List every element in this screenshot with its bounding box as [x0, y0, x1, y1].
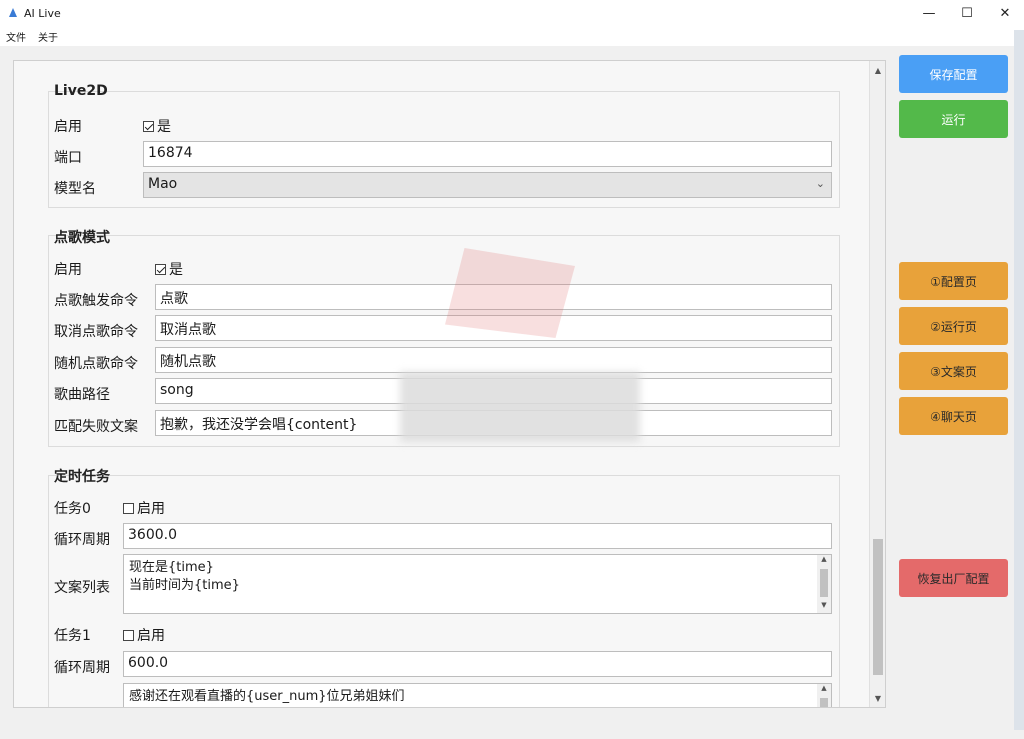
task1-texts-textarea[interactable]: 感谢还在观看直播的{user_num}位兄弟姐妹们 ▲ [123, 683, 832, 707]
song-title: 点歌模式 [54, 230, 110, 246]
save-config-button[interactable]: 保存配置 [899, 55, 1008, 93]
task1-cycle-input[interactable]: 600.0 [123, 651, 832, 677]
page-run-button[interactable]: ②运行页 [899, 307, 1008, 345]
song-cancel-label: 取消点歌命令 [54, 324, 138, 340]
schedule-title: 定时任务 [54, 469, 110, 485]
task1-cycle-label: 循环周期 [54, 660, 110, 676]
song-random-input[interactable]: 随机点歌 [155, 347, 832, 373]
window-title: AI Live [24, 6, 61, 20]
task0-cycle-input[interactable]: 3600.0 [123, 523, 832, 549]
title-bar: AI Live — ☐ ✕ [0, 0, 1024, 26]
task1-enable-checkbox[interactable]: 启用 [123, 625, 165, 645]
app-icon [8, 8, 18, 18]
textarea-scrollbar[interactable]: ▲ ▼ [817, 555, 831, 613]
close-button[interactable]: ✕ [986, 0, 1024, 26]
checkbox-icon [123, 629, 134, 641]
chevron-up-icon: ▲ [821, 555, 827, 563]
checkbox-icon [143, 120, 154, 132]
menu-file[interactable]: 文件 [0, 29, 32, 44]
textarea-scrollbar[interactable]: ▲ [817, 684, 831, 707]
task1-label: 任务1 [54, 628, 91, 644]
task0-texts-label: 文案列表 [54, 580, 110, 596]
chevron-down-icon: ⌄ [815, 177, 825, 190]
scroll-up-icon[interactable]: ▲ [870, 63, 885, 77]
task0-cycle-label: 循环周期 [54, 532, 110, 548]
menu-about[interactable]: 关于 [32, 29, 64, 44]
live2d-enable-label: 启用 [54, 119, 82, 135]
factory-reset-button[interactable]: 恢复出厂配置 [899, 559, 1008, 597]
song-path-label: 歌曲路径 [54, 387, 110, 403]
port-label: 端口 [54, 150, 82, 166]
task0-label: 任务0 [54, 501, 91, 517]
task0-enable-checkbox[interactable]: 启用 [123, 498, 165, 518]
page-copy-button[interactable]: ③文案页 [899, 352, 1008, 390]
checkbox-icon [123, 502, 134, 514]
checkbox-icon [155, 263, 166, 275]
maximize-button[interactable]: ☐ [948, 0, 986, 26]
song-random-label: 随机点歌命令 [54, 356, 138, 372]
song-trigger-label: 点歌触发命令 [54, 293, 138, 309]
song-fail-label: 匹配失败文案 [54, 419, 138, 435]
model-label: 模型名 [54, 181, 96, 197]
chevron-up-icon: ▲ [821, 684, 827, 692]
background-window-edge [1014, 30, 1024, 730]
live2d-enable-checkbox[interactable]: 是 [143, 116, 171, 136]
window-controls: — ☐ ✕ [910, 0, 1024, 26]
blurred-watermark-text [400, 372, 640, 442]
task0-texts-textarea[interactable]: 现在是{time} 当前时间为{time} ▲ ▼ [123, 554, 832, 614]
chevron-down-icon: ▼ [821, 601, 827, 609]
scroll-thumb[interactable] [873, 539, 883, 675]
live2d-title: Live2D [54, 83, 108, 99]
scroll-down-icon[interactable]: ▼ [870, 691, 885, 705]
song-enable-label: 启用 [54, 262, 82, 278]
page-config-button[interactable]: ①配置页 [899, 262, 1008, 300]
run-button[interactable]: 运行 [899, 100, 1008, 138]
song-enable-checkbox[interactable]: 是 [155, 259, 183, 279]
page-chat-button[interactable]: ④聊天页 [899, 397, 1008, 435]
port-input[interactable]: 16874 [143, 141, 832, 167]
model-select[interactable]: Mao ⌄ [143, 172, 832, 198]
panel-scrollbar[interactable]: ▲ ▼ [869, 61, 885, 707]
minimize-button[interactable]: — [910, 0, 948, 26]
menu-bar: 文件 关于 [0, 26, 1024, 46]
